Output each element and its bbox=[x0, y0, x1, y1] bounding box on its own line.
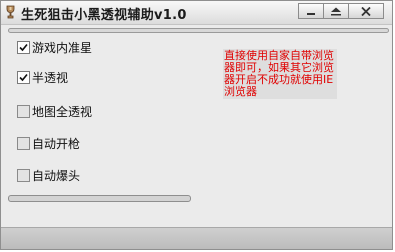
status-bar bbox=[1, 227, 392, 249]
maximize-icon bbox=[331, 7, 341, 15]
auto-fire-label: 自动开枪 bbox=[32, 136, 81, 151]
top-scrollbar[interactable] bbox=[8, 28, 389, 33]
app-window: 生死狙击小黑透视辅助v1.0 游戏内准星 半透视 地图全透视 自动开枪 自动爆头… bbox=[0, 0, 393, 250]
crosshair-checkbox[interactable] bbox=[17, 40, 30, 54]
auto-headshot-checkbox[interactable] bbox=[17, 168, 30, 182]
map-wallhack-label: 地图全透视 bbox=[32, 104, 93, 119]
semi-transparent-checkbox[interactable] bbox=[17, 70, 30, 84]
semi-transparent-label: 半透视 bbox=[32, 70, 69, 85]
option-semi-transparent[interactable]: 半透视 bbox=[17, 69, 68, 85]
option-map-wallhack[interactable]: 地图全透视 bbox=[17, 103, 92, 119]
close-icon bbox=[361, 6, 371, 16]
browser-notice: 直接使用自家自带浏览器即可，如果其它浏览器开启不成功就使用IE浏览器 bbox=[223, 49, 337, 99]
option-auto-fire[interactable]: 自动开枪 bbox=[17, 135, 80, 151]
goblet-icon bbox=[6, 5, 15, 19]
auto-headshot-label: 自动爆头 bbox=[32, 168, 81, 183]
window-controls bbox=[298, 3, 384, 19]
minimize-button[interactable] bbox=[298, 3, 324, 19]
minimize-icon bbox=[307, 13, 315, 15]
crosshair-label: 游戏内准星 bbox=[32, 40, 93, 55]
auto-fire-checkbox[interactable] bbox=[17, 136, 30, 150]
title-bar[interactable]: 生死狙击小黑透视辅助v1.0 bbox=[1, 1, 392, 25]
close-button[interactable] bbox=[348, 3, 384, 19]
option-crosshair[interactable]: 游戏内准星 bbox=[17, 39, 92, 55]
bottom-scrollbar[interactable] bbox=[8, 195, 191, 202]
checkmark-icon bbox=[19, 73, 28, 81]
checkmark-icon bbox=[19, 43, 28, 51]
map-wallhack-checkbox[interactable] bbox=[17, 104, 30, 118]
window-title: 生死狙击小黑透视辅助v1.0 bbox=[21, 8, 187, 23]
maximize-button[interactable] bbox=[323, 3, 349, 19]
option-auto-headshot[interactable]: 自动爆头 bbox=[17, 167, 80, 183]
